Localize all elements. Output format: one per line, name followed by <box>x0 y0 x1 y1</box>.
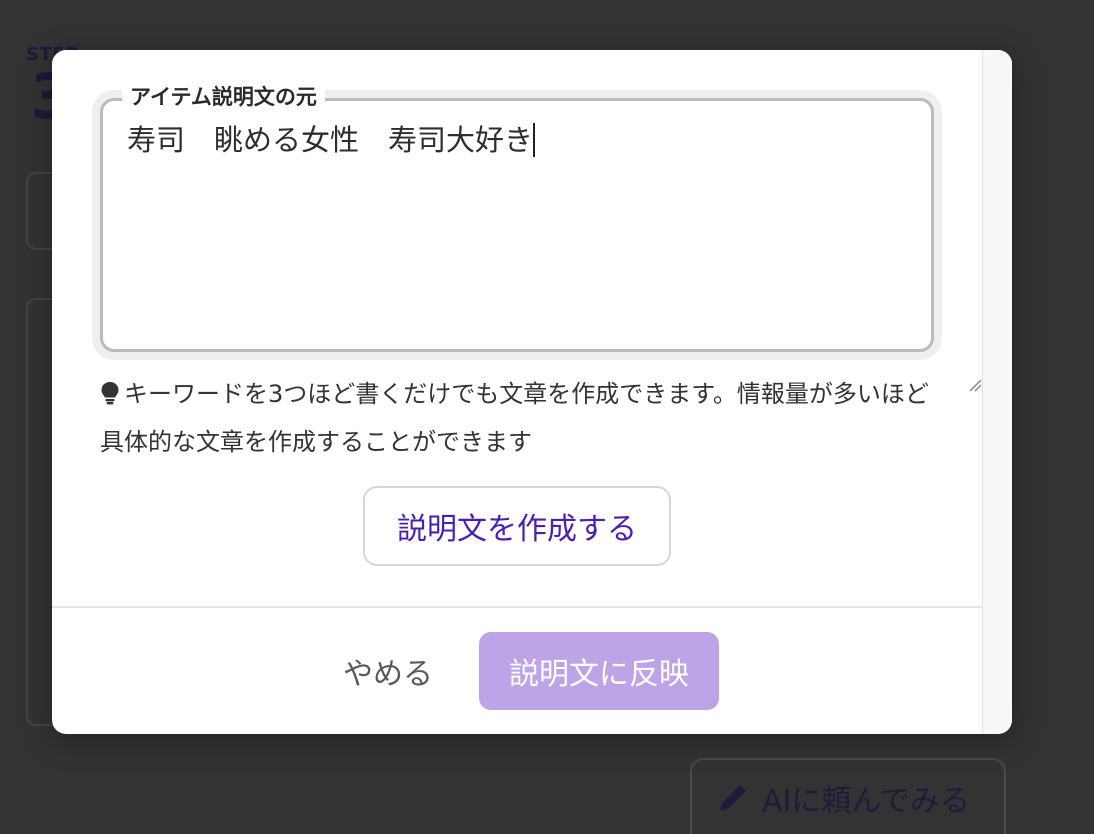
pencil-icon <box>716 781 750 815</box>
description-source-textarea[interactable]: 寿司 眺める女性 寿司大好き <box>100 98 982 392</box>
resize-handle-icon[interactable] <box>913 331 982 392</box>
lightbulb-icon <box>100 373 120 405</box>
modal-scrollbar[interactable] <box>982 50 1012 734</box>
textarea-value: 寿司 眺める女性 寿司大好き <box>127 123 534 157</box>
hint-text: キーワードを3つほど書くだけでも文章を作成できます。情報量が多いほど具体的な文章… <box>100 380 929 456</box>
create-description-button[interactable]: 説明文を作成する <box>363 486 671 566</box>
apply-description-button[interactable]: 説明文に反映 <box>479 632 719 710</box>
ask-ai-button[interactable]: AIに頼んでみる <box>690 758 1006 834</box>
footer-divider <box>52 606 982 608</box>
cancel-button[interactable]: やめる <box>328 632 448 710</box>
ask-ai-button-label: AIに頼んでみる <box>762 784 970 819</box>
text-caret <box>533 123 536 157</box>
field-label: アイテム説明文の元 <box>122 84 325 110</box>
description-modal: アイテム説明文の元 寿司 眺める女性 寿司大好き キーワードを3つほど書くだけで… <box>52 50 1012 734</box>
hint-text-block: キーワードを3つほど書くだけでも文章を作成できます。情報量が多いほど具体的な文章… <box>100 370 940 466</box>
